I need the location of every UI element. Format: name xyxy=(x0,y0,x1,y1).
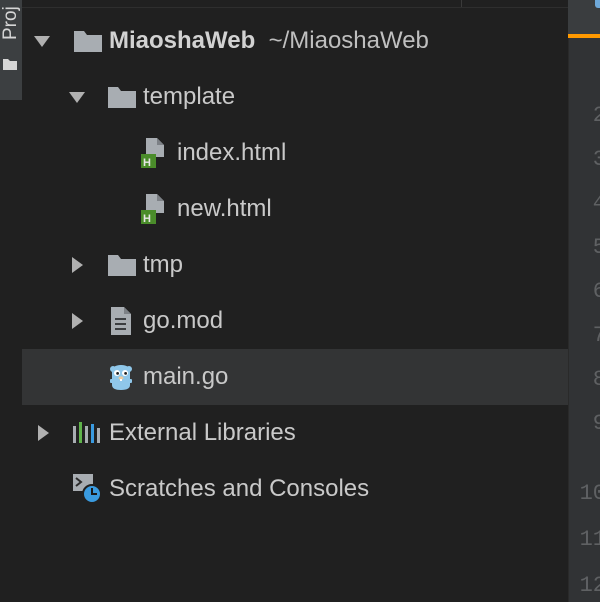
expanded-arrow-icon[interactable] xyxy=(68,88,86,106)
line-number: 3 xyxy=(592,147,600,172)
tree-item-external-libraries[interactable]: External Libraries xyxy=(22,405,568,461)
line-number: 2 xyxy=(592,103,600,128)
project-path: ~/MiaoshaWeb xyxy=(268,27,429,54)
active-tab-indicator xyxy=(568,34,600,38)
project-tool-window-label[interactable]: Proj xyxy=(1,0,21,40)
collapsed-arrow-icon[interactable] xyxy=(68,256,86,274)
project-tool-window-strip[interactable]: Proj xyxy=(0,0,23,100)
tree-item-miaoshaweb[interactable]: MiaoshaWeb ~/MiaoshaWeb xyxy=(22,13,568,69)
line-number: 12 xyxy=(579,573,600,598)
editor-gutter: 2 3 4 5 6 7 8 9 10 11 12 xyxy=(568,0,600,602)
project-tree: MiaoshaWeb ~/MiaoshaWeb template H index… xyxy=(22,0,568,602)
expanded-arrow-icon[interactable] xyxy=(33,32,51,50)
line-number: 11 xyxy=(579,527,600,552)
file-tab-icon xyxy=(595,0,600,8)
line-number: 9 xyxy=(592,411,600,436)
tree-item-label: index.html xyxy=(177,139,287,166)
project-name: MiaoshaWeb xyxy=(109,27,256,54)
html-file-icon: H xyxy=(139,193,169,230)
line-number: 7 xyxy=(592,323,600,348)
text-file-icon xyxy=(109,306,133,341)
tree-item-label: External Libraries xyxy=(109,419,296,446)
editor-tab[interactable] xyxy=(568,0,600,38)
project-root-label: MiaoshaWeb ~/MiaoshaWeb xyxy=(109,26,429,56)
tree-item-label: Scratches and Consoles xyxy=(109,475,370,502)
line-number: 6 xyxy=(592,279,600,304)
svg-text:H: H xyxy=(143,213,151,225)
collapsed-arrow-icon[interactable] xyxy=(34,424,52,442)
tree-item-template[interactable]: template xyxy=(22,69,568,125)
go-gopher-icon xyxy=(109,362,133,397)
libraries-icon xyxy=(72,420,102,449)
tree-item-label: new.html xyxy=(177,195,272,222)
line-number: 8 xyxy=(592,367,600,392)
folder-icon xyxy=(107,253,137,282)
folder-icon xyxy=(107,85,137,114)
tree-item-label: tmp xyxy=(143,251,184,278)
tree-item-go-mod[interactable]: go.mod xyxy=(22,293,568,349)
gutter-divider xyxy=(568,38,569,602)
tree-item-label: template xyxy=(143,83,236,110)
tree-item-new-html[interactable]: H new.html xyxy=(22,181,568,237)
folder-icon xyxy=(73,29,103,58)
folder-icon xyxy=(2,56,18,77)
tree-item-scratches-and-consoles[interactable]: Scratches and Consoles xyxy=(22,461,568,517)
tree-item-main-go[interactable]: main.go xyxy=(22,349,568,405)
svg-text:H: H xyxy=(143,157,151,169)
collapsed-arrow-icon[interactable] xyxy=(68,312,86,330)
tree-item-tmp[interactable]: tmp xyxy=(22,237,568,293)
scratch-console-icon xyxy=(72,473,104,510)
line-number: 5 xyxy=(592,235,600,260)
tree-item-label: go.mod xyxy=(143,307,224,334)
tree-item-index-html[interactable]: H index.html xyxy=(22,125,568,181)
tree-item-label: main.go xyxy=(143,363,229,390)
panel-header-divider xyxy=(22,0,568,8)
line-number: 10 xyxy=(579,481,600,506)
line-number: 4 xyxy=(592,191,600,216)
html-file-icon: H xyxy=(139,137,169,174)
